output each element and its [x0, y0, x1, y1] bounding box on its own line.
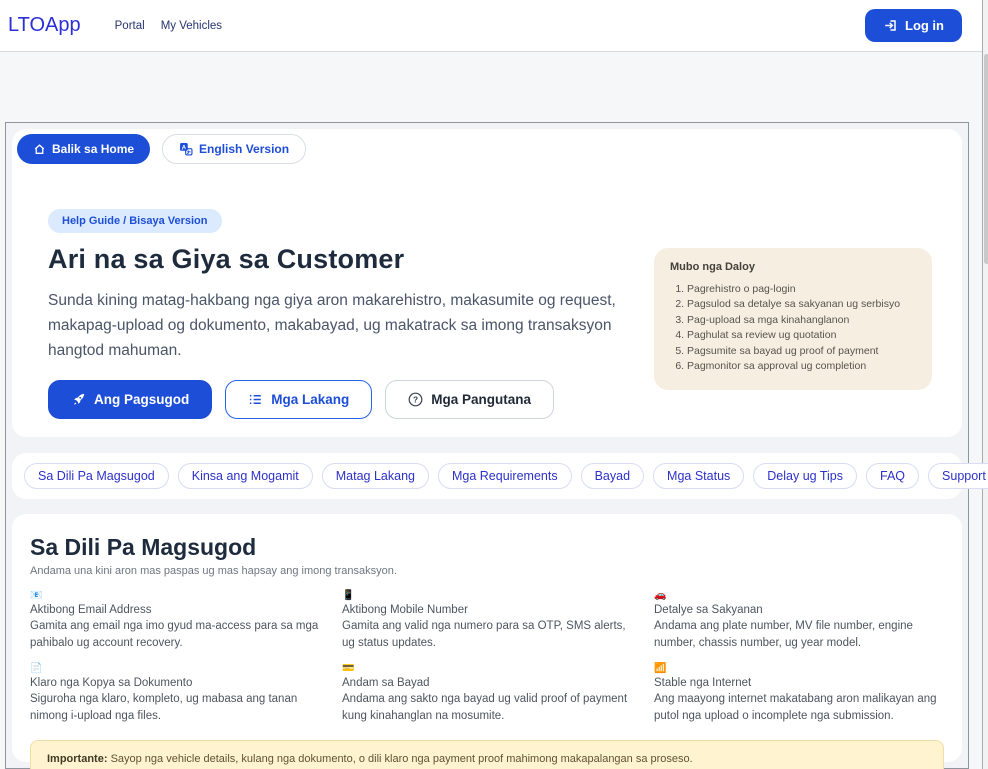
flow-step: Pagsulod sa detalye sa sakyanan ug serbi…	[687, 298, 916, 310]
english-version-label: English Version	[199, 142, 289, 156]
prep-grid: 📧 Aktibong Email Address Gamita ang emai…	[30, 591, 944, 725]
payment-card-icon: 💳	[342, 664, 632, 674]
pill-matag-lakang[interactable]: Matag Lakang	[322, 463, 429, 489]
login-button[interactable]: Log in	[865, 9, 962, 42]
prep-item-email: 📧 Aktibong Email Address Gamita ang emai…	[30, 591, 320, 651]
pill-faq[interactable]: FAQ	[866, 463, 919, 489]
prep-item-desc: Andama ang plate number, MV file number,…	[654, 618, 944, 651]
signal-icon: 📶	[654, 664, 944, 674]
section-title: Sa Dili Pa Magsugod	[30, 534, 944, 561]
prep-item-desc: Gamita ang valid nga numero para sa OTP,…	[342, 618, 632, 651]
pill-mga-status[interactable]: Mga Status	[653, 463, 744, 489]
prep-item-title: Aktibong Mobile Number	[342, 604, 632, 616]
warning-label: Importante:	[47, 753, 108, 765]
questions-button[interactable]: ? Mga Pangutana	[385, 380, 554, 419]
prep-item-mobile: 📱 Aktibong Mobile Number Gamita ang vali…	[342, 591, 632, 651]
pill-kinsa-ang-mogamit[interactable]: Kinsa ang Mogamit	[178, 463, 313, 489]
prep-item-internet: 📶 Stable nga Internet Ang maayong intern…	[654, 664, 944, 724]
email-icon: 📧	[30, 591, 320, 601]
pill-delay-ug-tips[interactable]: Delay ug Tips	[753, 463, 857, 489]
scrollbar-thumb[interactable]	[984, 54, 988, 264]
scrollbar-track[interactable]	[982, 0, 988, 769]
prep-item-documents: 📄 Klaro nga Kopya sa Dokumento Siguroha …	[30, 664, 320, 724]
svg-text:?: ?	[413, 396, 418, 405]
prep-item-desc: Ang maayong internet makatabang aron mal…	[654, 691, 944, 724]
app-brand[interactable]: LTOApp	[8, 14, 81, 37]
flow-step: Pagsumite sa bayad ug proof of payment	[687, 345, 916, 357]
page-container: Balik sa Home A English Version Help Gui…	[5, 122, 969, 769]
flow-step: Pagmonitor sa approval ug completion	[687, 360, 916, 372]
mobile-icon: 📱	[342, 591, 632, 601]
back-home-button[interactable]: Balik sa Home	[17, 134, 150, 164]
section-subtitle: Andama una kini aron mas paspas ug mas h…	[30, 565, 944, 577]
prep-item-desc: Gamita ang email nga imo gyud ma-access …	[30, 618, 320, 651]
question-icon: ?	[408, 392, 423, 407]
important-warning: Importante: Sayop nga vehicle details, k…	[30, 740, 944, 769]
document-icon: 📄	[30, 664, 320, 674]
prep-item-vehicle: 🚗 Detalye sa Sakyanan Andama ang plate n…	[654, 591, 944, 651]
prep-item-desc: Andama ang sakto nga bayad ug valid proo…	[342, 691, 632, 724]
list-icon	[248, 392, 263, 407]
quick-flow-title: Mubo nga Daloy	[670, 261, 916, 273]
get-started-label: Ang Pagsugod	[94, 392, 189, 407]
quick-flow-list: Pagrehistro o pag-login Pagsulod sa deta…	[670, 283, 916, 372]
prep-item-title: Stable nga Internet	[654, 677, 944, 689]
translate-icon: A	[179, 142, 193, 156]
pill-bayad[interactable]: Bayad	[581, 463, 644, 489]
get-started-button[interactable]: Ang Pagsugod	[48, 380, 212, 419]
help-guide-badge: Help Guide / Bisaya Version	[48, 209, 222, 233]
pill-mga-requirements[interactable]: Mga Requirements	[438, 463, 572, 489]
prep-item-title: Klaro nga Kopya sa Dokumento	[30, 677, 320, 689]
steps-button[interactable]: Mga Lakang	[225, 380, 372, 419]
prep-item-desc: Siguroha nga klaro, kompleto, ug mabasa …	[30, 691, 320, 724]
hero-card: Balik sa Home A English Version Help Gui…	[12, 129, 962, 437]
pill-support[interactable]: Support	[928, 463, 988, 489]
car-icon: 🚗	[654, 591, 944, 601]
back-home-label: Balik sa Home	[52, 142, 134, 156]
flow-step: Pag-upload sa mga kinahanglanon	[687, 314, 916, 326]
login-icon	[883, 18, 898, 33]
steps-label: Mga Lakang	[271, 392, 349, 407]
questions-label: Mga Pangutana	[431, 392, 531, 407]
flow-step: Paghulat sa review ug quotation	[687, 329, 916, 341]
hero-top-buttons: Balik sa Home A English Version	[17, 134, 306, 164]
home-icon	[33, 143, 46, 156]
quick-flow-card: Mubo nga Daloy Pagrehistro o pag-login P…	[654, 248, 932, 390]
rocket-icon	[71, 392, 86, 407]
section-nav-bar: Sa Dili Pa Magsugod Kinsa ang Mogamit Ma…	[12, 453, 962, 499]
pill-sa-dili-pa-magsugod[interactable]: Sa Dili Pa Magsugod	[24, 463, 169, 489]
english-version-button[interactable]: A English Version	[162, 134, 306, 164]
prep-item-payment: 💳 Andam sa Bayad Andama ang sakto nga ba…	[342, 664, 632, 724]
nav-link-portal[interactable]: Portal	[115, 20, 145, 32]
nav-links: Portal My Vehicles	[115, 20, 222, 32]
prep-item-title: Andam sa Bayad	[342, 677, 632, 689]
warning-text: Sayop nga vehicle details, kulang nga do…	[111, 753, 693, 765]
nav-link-my-vehicles[interactable]: My Vehicles	[161, 20, 222, 32]
prep-item-title: Detalye sa Sakyanan	[654, 604, 944, 616]
before-you-start-section: Sa Dili Pa Magsugod Andama una kini aron…	[12, 514, 962, 762]
top-navbar: LTOApp Portal My Vehicles Log in	[0, 0, 982, 52]
hero-description: Sunda kining matag-hakbang nga giya aron…	[48, 288, 628, 363]
prep-item-title: Aktibong Email Address	[30, 604, 320, 616]
flow-step: Pagrehistro o pag-login	[687, 283, 916, 295]
login-label: Log in	[905, 18, 944, 33]
